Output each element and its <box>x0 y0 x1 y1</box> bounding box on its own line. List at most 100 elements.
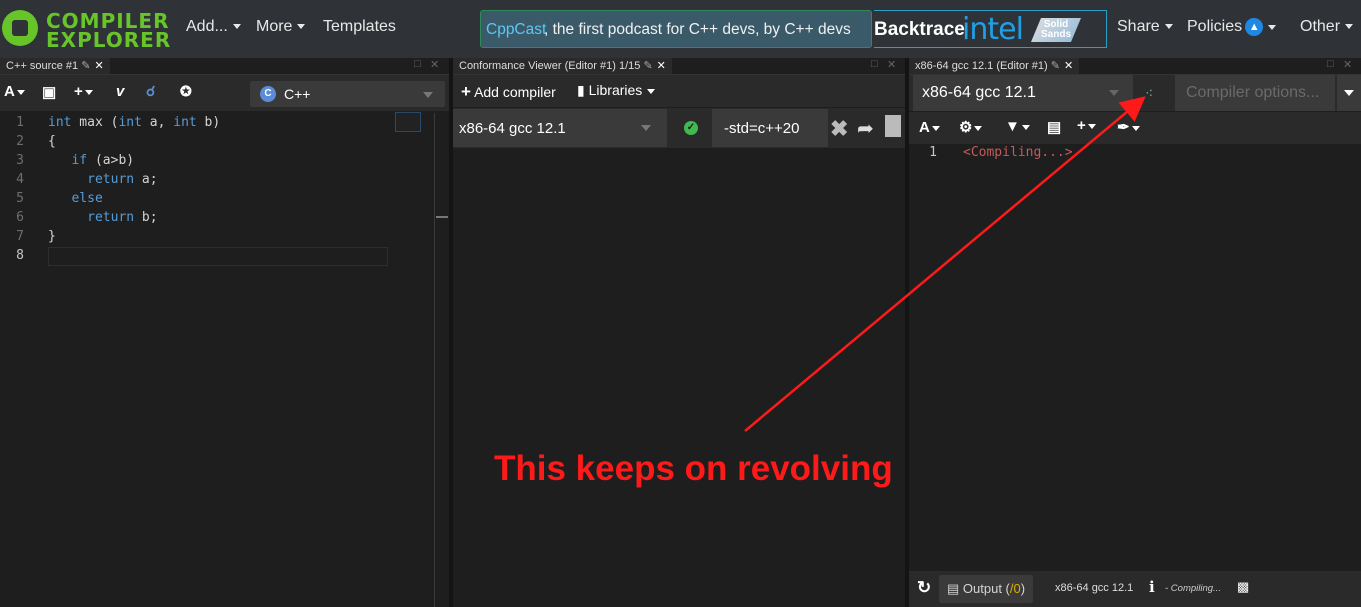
options-dropdown-button[interactable] <box>1337 75 1361 111</box>
policies-menu[interactable]: Policies ▲ <box>1187 18 1277 36</box>
logo-gear-icon <box>2 10 38 46</box>
line-number: 1 <box>16 115 24 130</box>
code-keyword: int <box>48 115 72 130</box>
chart-icon[interactable]: ▩ <box>1237 579 1249 595</box>
language-select[interactable]: C C++ <box>250 81 445 107</box>
share-menu[interactable]: Share <box>1117 18 1173 36</box>
conformance-toolbar: + Add compiler ▮ Libraries <box>453 75 905 107</box>
pencil-icon[interactable]: ✎ <box>1051 60 1060 72</box>
podcast-text: , the first podcast for C++ devs, by C++… <box>544 21 851 38</box>
compiler-toolbar: A ⚙ ▼ ▤ + ✒ <box>909 112 1361 144</box>
conformance-tabstrip: Conformance Viewer (Editor #1) 1/15 ✎ ✕ □… <box>453 58 905 75</box>
close-icon[interactable]: ✕ <box>94 60 103 72</box>
conformance-viewer-pane: Conformance Viewer (Editor #1) 1/15 ✎ ✕ □… <box>453 58 905 607</box>
pencil-icon[interactable]: ✎ <box>643 60 652 72</box>
assembly-output[interactable]: 1 <Compiling...> <box>909 144 1072 162</box>
code-line[interactable]: 8 <box>0 246 388 266</box>
compiler-select[interactable]: x86-64 gcc 12.1 <box>913 75 1133 111</box>
add-tool-icon[interactable]: + <box>1077 117 1096 134</box>
compiler-options-input[interactable]: Compiler options... <box>1175 75 1335 111</box>
recompile-icon[interactable]: ↻ <box>917 578 931 598</box>
code-line[interactable]: 1 int max (int a, int b) <box>0 113 220 132</box>
output-icon: ▤ <box>947 581 960 596</box>
line-number: 2 <box>16 134 24 149</box>
conformance-tab[interactable]: Conformance Viewer (Editor #1) 1/15 ✎ ✕ <box>453 58 672 74</box>
code-text: a; <box>134 172 158 187</box>
popout-icon[interactable]: ➦ <box>857 116 874 141</box>
save-icon[interactable]: ▣ <box>42 83 56 101</box>
vim-icon[interactable]: v <box>116 83 124 100</box>
output-label-close: ) <box>1020 581 1026 596</box>
bell-icon: ▲ <box>1245 18 1264 36</box>
settings-gear-icon[interactable]: ⚙ <box>959 118 983 136</box>
libraries-icon[interactable]: ▤ <box>1047 118 1061 136</box>
code-text: max ( <box>71 115 119 130</box>
source-tab[interactable]: C++ source #1 ✎ ✕ <box>0 58 110 74</box>
output-button[interactable]: ▤ Output (/0) <box>939 575 1034 603</box>
close-icon[interactable]: ✕ <box>1064 60 1073 72</box>
code-editor[interactable]: 1 int max (int a, int b) 2{3 if (a>b) 4 ret… <box>0 113 388 266</box>
source-editor-pane: C++ source #1 ✎ ✕ □ ✕ A ▣ + v ☌ ✪ C C++ 1… <box>0 58 449 607</box>
info-icon[interactable]: i <box>1149 578 1155 596</box>
compiler-select[interactable]: x86-64 gcc 12.1 <box>453 109 667 147</box>
brush-icon[interactable]: ✒ <box>1117 118 1140 136</box>
code-text: (a>b) <box>87 153 135 168</box>
status-compiler-name: x86-64 gcc 12.1 <box>1055 582 1134 594</box>
pane-close-icon[interactable]: ✕ <box>1343 58 1352 71</box>
copy-icon[interactable] <box>885 115 901 137</box>
add-icon[interactable]: + <box>74 83 93 100</box>
cppinsights-icon[interactable]: ☌ <box>146 83 155 100</box>
line-number: 5 <box>16 191 24 206</box>
cppcast-link[interactable]: CppCast <box>486 21 546 39</box>
font-size-icon[interactable]: A <box>4 83 25 100</box>
code-line[interactable]: 7} <box>0 227 220 246</box>
code-text: a, <box>141 115 174 130</box>
maximize-icon[interactable]: □ <box>414 58 421 70</box>
chevron-down-icon <box>297 24 306 30</box>
add-menu-label: Add... <box>186 18 228 35</box>
remove-compiler-icon[interactable]: ✖ <box>830 116 848 142</box>
source-tabstrip: C++ source #1 ✎ ✕ □ ✕ <box>0 58 449 75</box>
pencil-icon[interactable]: ✎ <box>81 60 90 72</box>
podcast-banner[interactable]: CppCast , the first podcast for C++ devs… <box>480 10 872 48</box>
minimap[interactable] <box>395 112 421 132</box>
annotation-text: This keeps on revolving <box>494 449 893 488</box>
code-line[interactable]: 6 return b; <box>0 208 220 227</box>
templates-link[interactable]: Templates <box>323 18 396 36</box>
pane-close-icon[interactable]: ✕ <box>887 58 896 71</box>
filter-icon[interactable]: ▼ <box>1005 118 1030 135</box>
pane-close-icon[interactable]: ✕ <box>430 58 439 71</box>
compiler-options-input[interactable]: -std=c++20 <box>712 109 828 147</box>
libraries-button[interactable]: ▮ Libraries <box>577 82 656 99</box>
add-compiler-button[interactable]: + Add compiler <box>461 82 556 102</box>
more-menu[interactable]: More <box>256 18 306 36</box>
code-line[interactable]: 5 else <box>0 189 220 208</box>
compiler-explorer-logo[interactable]: COMPILER EXPLORER <box>2 8 170 52</box>
line-number: 6 <box>16 210 24 225</box>
code-line[interactable]: 4 return a; <box>0 170 220 189</box>
sponsor-intel-logo[interactable]: intel <box>962 12 1024 47</box>
more-menu-label: More <box>256 18 293 35</box>
close-icon[interactable]: ✕ <box>657 60 666 72</box>
code-text: b) <box>196 115 221 130</box>
font-size-icon[interactable]: A <box>919 119 940 136</box>
other-menu[interactable]: Other <box>1300 18 1354 36</box>
code-line[interactable]: 3 if (a>b) <box>0 151 220 170</box>
top-navbar: COMPILER EXPLORER Add... More Templates … <box>0 0 1361 59</box>
sponsors-banner[interactable]: Backtrace intel Solid Sands <box>874 10 1107 48</box>
output-label: Output ( <box>962 581 1010 596</box>
maximize-icon[interactable]: □ <box>1327 58 1334 70</box>
code-line[interactable]: 2{ <box>0 132 220 151</box>
editor-scrollbar[interactable] <box>434 113 435 607</box>
compiler-tab[interactable]: x86-64 gcc 12.1 (Editor #1) ✎ ✕ <box>909 58 1080 74</box>
status-compiling-text: - Compiling... <box>1165 583 1221 594</box>
book-icon: ▮ <box>577 82 585 98</box>
compiler-options-placeholder: Compiler options... <box>1186 84 1320 101</box>
chevron-down-icon <box>1268 24 1277 30</box>
sponsor-backtrace-logo[interactable]: Backtrace <box>874 19 965 41</box>
add-menu[interactable]: Add... <box>186 18 241 36</box>
maximize-icon[interactable]: □ <box>871 58 878 70</box>
quickbench-icon[interactable]: ✪ <box>180 83 192 100</box>
